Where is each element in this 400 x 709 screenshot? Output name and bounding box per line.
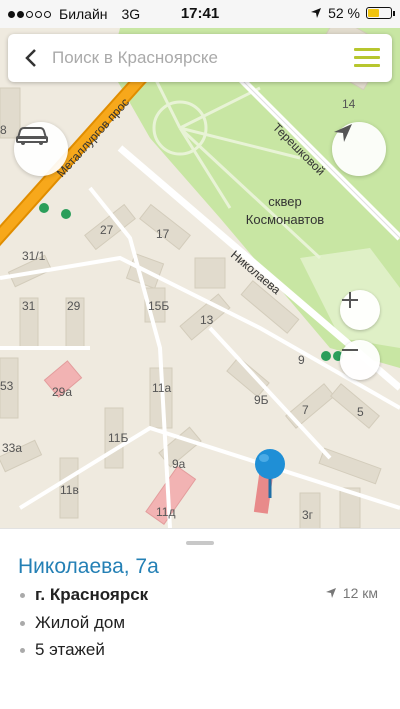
- house-number: 7: [302, 403, 309, 417]
- park-label-line1: сквер: [268, 194, 301, 209]
- place-type: Жилой дом: [35, 613, 126, 632]
- house-number: 29а: [52, 385, 72, 399]
- house-number: 53: [0, 379, 14, 393]
- my-location-button[interactable]: [332, 122, 386, 176]
- location-arrow-icon: [311, 8, 322, 18]
- search-bar: [8, 34, 392, 82]
- place-type-row: Жилой дом: [20, 613, 125, 633]
- zoom-out-button[interactable]: [340, 340, 380, 380]
- battery-fill: [368, 9, 380, 17]
- map-canvas[interactable]: Металлургов прос Терешковой Николаева ск…: [0, 28, 400, 528]
- house-number: 11Б: [108, 431, 128, 445]
- house-number: 5: [357, 405, 364, 419]
- house-number: 29: [67, 299, 81, 313]
- zoom-in-button[interactable]: [340, 290, 380, 330]
- house-number: 9: [298, 353, 305, 367]
- house-number: 17: [156, 227, 170, 241]
- car-icon: [16, 127, 48, 145]
- map-view[interactable]: Металлургов прос Терешковой Николаева ск…: [0, 28, 400, 528]
- battery-percent: 52 %: [328, 5, 360, 21]
- bullet-icon: [20, 620, 25, 626]
- house-number: 11д: [156, 505, 175, 519]
- house-number: 3г: [302, 508, 314, 522]
- house-number: 27: [100, 223, 114, 237]
- house-number: 9а: [172, 457, 186, 471]
- drag-handle[interactable]: [186, 541, 214, 545]
- house-number: 15Б: [148, 299, 169, 313]
- navigation-arrow-icon: [334, 124, 352, 142]
- search-input[interactable]: [52, 44, 332, 72]
- battery-icon: [366, 7, 395, 19]
- direction-arrow-icon: [325, 588, 336, 598]
- house-number: 13: [200, 313, 214, 327]
- bullet-icon: [20, 647, 25, 653]
- house-number: 31/1: [22, 249, 46, 263]
- plus-icon: [342, 292, 358, 308]
- bullet-icon: [20, 592, 25, 598]
- place-floors-row: 5 этажей: [20, 640, 105, 660]
- minus-icon: [342, 349, 358, 351]
- house-number: 11а: [152, 381, 171, 395]
- distance-value: 12 км: [342, 585, 378, 601]
- place-title: Николаева, 7а: [18, 555, 159, 578]
- place-floors: 5 этажей: [35, 640, 105, 659]
- back-arrow-icon[interactable]: [20, 46, 44, 70]
- place-city: г. Красноярск: [35, 585, 149, 604]
- house-number: 11в: [60, 483, 79, 497]
- park-label-line2: Космонавтов: [246, 212, 325, 227]
- traffic-button[interactable]: [14, 122, 68, 176]
- place-card[interactable]: Николаева, 7а г. Красноярск Жилой дом 5 …: [0, 528, 400, 709]
- distance-badge: 12 км: [325, 585, 378, 601]
- house-number: 14: [342, 97, 356, 111]
- status-right: 52 %: [310, 5, 395, 21]
- status-bar: Билайн 3G 17:41 52 %: [0, 0, 400, 28]
- house-number: 9Б: [254, 393, 269, 407]
- place-city-row: г. Красноярск: [20, 585, 148, 605]
- house-number: 8: [0, 123, 7, 137]
- house-number: 31: [22, 299, 36, 313]
- menu-icon[interactable]: [354, 48, 380, 68]
- house-number: 33а: [2, 441, 22, 455]
